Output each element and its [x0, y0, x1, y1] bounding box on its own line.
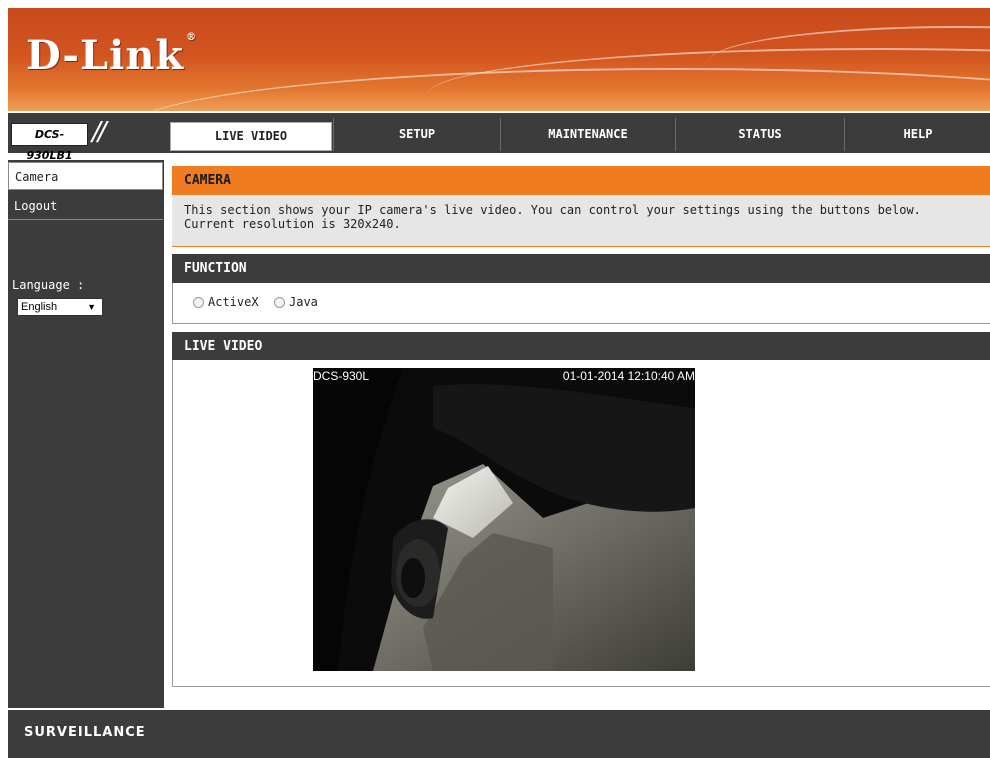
camera-description: This section shows your IP camera's live… — [172, 195, 990, 247]
java-radio[interactable] — [274, 296, 285, 308]
live-video-section-header: LIVE VIDEO — [172, 332, 990, 361]
top-navigation: DCS-930LB1 // LIVE VIDEO SETUP MAINTENAN… — [8, 113, 990, 162]
function-section-header: FUNCTION — [172, 254, 990, 283]
registered-mark: ® — [186, 32, 198, 43]
dlink-logo[interactable]: D-Link ® — [26, 32, 197, 79]
osd-timestamp: 01-01-2014 12:10:40 AM — [562, 369, 695, 383]
footer-surveillance-label: SURVEILLANCE — [24, 725, 146, 740]
activex-option[interactable]: ActiveX — [193, 295, 259, 309]
tab-live-video[interactable]: LIVE VIDEO — [170, 122, 332, 151]
chevron-down-icon: ▼ — [87, 302, 96, 312]
header-banner: D-Link ® — [8, 8, 990, 111]
language-select[interactable]: English ▼ — [17, 298, 103, 316]
tab-help[interactable]: HELP — [844, 118, 990, 151]
camera-section-header: CAMERA — [172, 166, 990, 195]
live-video-feed[interactable]: DCS-930L 01-01-2014 12:10:40 AM — [313, 368, 695, 671]
video-frame-image — [313, 368, 695, 671]
page-frame: D-Link ® DCS-930LB1 // LIVE VIDEO SETUP M… — [8, 8, 990, 758]
tab-maintenance[interactable]: MAINTENANCE — [500, 118, 675, 151]
camera-description-line1: This section shows your IP camera's live… — [184, 203, 921, 217]
sidebar-item-camera[interactable]: Camera — [8, 162, 163, 190]
function-panel: ActiveX Java — [172, 283, 990, 324]
osd-camera-name: DCS-930L — [313, 369, 370, 383]
footer-bar: SURVEILLANCE — [8, 710, 990, 758]
java-option[interactable]: Java — [274, 295, 318, 309]
java-label: Java — [289, 295, 318, 309]
camera-description-line2: Current resolution is 320x240. — [184, 217, 401, 231]
live-video-panel: DCS-930L 01-01-2014 12:10:40 AM — [172, 360, 990, 687]
activex-radio[interactable] — [193, 296, 204, 308]
language-label: Language : — [12, 278, 85, 292]
slash-decoration: // — [92, 117, 106, 147]
sidebar: Camera Logout Language : English ▼ — [8, 160, 164, 708]
logo-text: D-Link — [26, 32, 185, 79]
tab-status[interactable]: STATUS — [675, 118, 844, 151]
activex-label: ActiveX — [208, 295, 259, 309]
sidebar-item-logout[interactable]: Logout — [8, 192, 163, 220]
tab-setup[interactable]: SETUP — [333, 118, 500, 151]
model-badge: DCS-930LB1 — [11, 123, 88, 162]
language-selected-value: English — [21, 301, 58, 313]
